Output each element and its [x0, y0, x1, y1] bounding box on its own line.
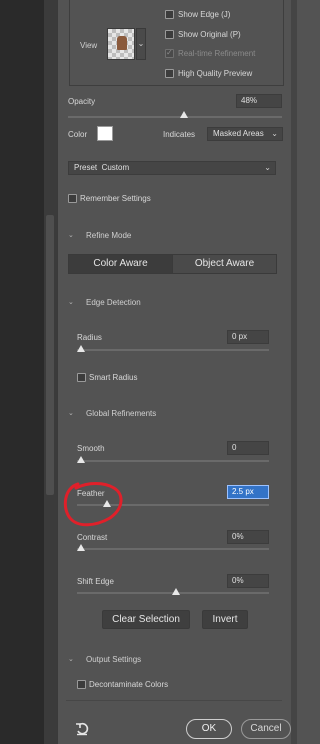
footer-divider — [66, 700, 282, 701]
edge-detection-title[interactable]: Edge Detection — [86, 298, 141, 307]
chevron-down-icon: ⌄ — [264, 163, 271, 172]
feather-field[interactable]: 2.5 px — [227, 485, 269, 499]
preset-value: Custom — [101, 163, 130, 172]
show-original-checkbox[interactable] — [165, 30, 174, 39]
view-dropdown-chevron-icon[interactable]: ⌄ — [136, 28, 146, 60]
view-label: View — [80, 41, 98, 50]
preset-dropdown[interactable]: Preset Custom ⌄ — [68, 161, 276, 175]
contrast-label: Contrast — [77, 533, 108, 542]
opacity-field[interactable]: 48% — [236, 94, 282, 108]
radius-slider-thumb[interactable] — [77, 345, 85, 352]
high-quality-preview-label: High Quality Preview — [178, 69, 253, 78]
decontaminate-colors-checkbox[interactable] — [77, 680, 86, 689]
panel-right-edge — [291, 0, 297, 744]
realtime-refinement-checkbox[interactable] — [165, 48, 174, 58]
global-refinements-chevron-icon[interactable]: ⌄ — [68, 409, 74, 417]
scrollbar-thumb[interactable] — [46, 215, 54, 495]
canvas-area — [0, 0, 44, 744]
remember-settings-checkbox[interactable] — [68, 194, 77, 203]
chevron-down-icon: ⌄ — [271, 129, 278, 138]
opacity-label: Opacity — [68, 97, 96, 106]
show-edge-checkbox[interactable] — [165, 10, 174, 19]
smart-radius-checkbox[interactable] — [77, 373, 86, 382]
contrast-slider-thumb[interactable] — [77, 544, 85, 551]
smooth-slider-track[interactable] — [77, 460, 269, 462]
indicates-dropdown[interactable]: Masked Areas ⌄ — [207, 127, 283, 141]
indicates-label: Indicates — [163, 130, 196, 139]
show-edge-label: Show Edge (J) — [178, 10, 231, 19]
shift-edge-slider-thumb[interactable] — [172, 588, 180, 595]
contrast-slider-track[interactable] — [77, 548, 269, 550]
high-quality-preview-checkbox[interactable] — [165, 69, 174, 78]
shift-edge-field[interactable]: 0% — [227, 574, 269, 588]
object-aware-button[interactable]: Object Aware — [172, 255, 276, 273]
radius-label: Radius — [77, 333, 102, 342]
radius-slider-track[interactable] — [77, 349, 269, 351]
realtime-refinement-label: Real-time Refinement — [178, 49, 256, 58]
remember-settings-label: Remember Settings — [80, 194, 151, 203]
output-settings-title[interactable]: Output Settings — [86, 655, 141, 664]
refine-mode-title[interactable]: Refine Mode — [86, 231, 131, 240]
opacity-slider-track[interactable] — [68, 116, 282, 118]
color-swatch[interactable] — [97, 126, 113, 141]
smart-radius-label: Smart Radius — [89, 373, 138, 382]
clear-selection-button[interactable]: Clear Selection — [102, 610, 190, 629]
panel-divider — [57, 0, 58, 744]
show-original-label: Show Original (P) — [178, 30, 241, 39]
subject-icon — [117, 36, 127, 50]
decontaminate-colors-label: Decontaminate Colors — [89, 680, 169, 689]
reset-icon[interactable] — [75, 722, 89, 736]
edge-detection-chevron-icon[interactable]: ⌄ — [68, 298, 74, 306]
color-label: Color — [68, 130, 88, 139]
invert-button[interactable]: Invert — [202, 610, 248, 629]
global-refinements-title[interactable]: Global Refinements — [86, 409, 156, 418]
view-thumbnail[interactable] — [107, 28, 135, 60]
cancel-button[interactable]: Cancel — [241, 719, 291, 739]
smooth-slider-thumb[interactable] — [77, 456, 85, 463]
red-annotation-circle — [63, 482, 123, 527]
contrast-field[interactable]: 0% — [227, 530, 269, 544]
refine-mode-toggle: Color Aware Object Aware — [68, 254, 277, 274]
color-aware-button[interactable]: Color Aware — [69, 255, 172, 273]
output-settings-chevron-icon[interactable]: ⌄ — [68, 655, 74, 663]
preset-label: Preset — [74, 163, 98, 172]
indicates-value: Masked Areas — [213, 129, 264, 138]
opacity-slider-thumb[interactable] — [180, 111, 188, 118]
smooth-label: Smooth — [77, 444, 105, 453]
radius-field[interactable]: 0 px — [227, 330, 269, 344]
refine-mode-chevron-icon[interactable]: ⌄ — [68, 231, 74, 239]
smooth-field[interactable]: 0 — [227, 441, 269, 455]
shift-edge-label: Shift Edge — [77, 577, 114, 586]
ok-button[interactable]: OK — [186, 719, 232, 739]
